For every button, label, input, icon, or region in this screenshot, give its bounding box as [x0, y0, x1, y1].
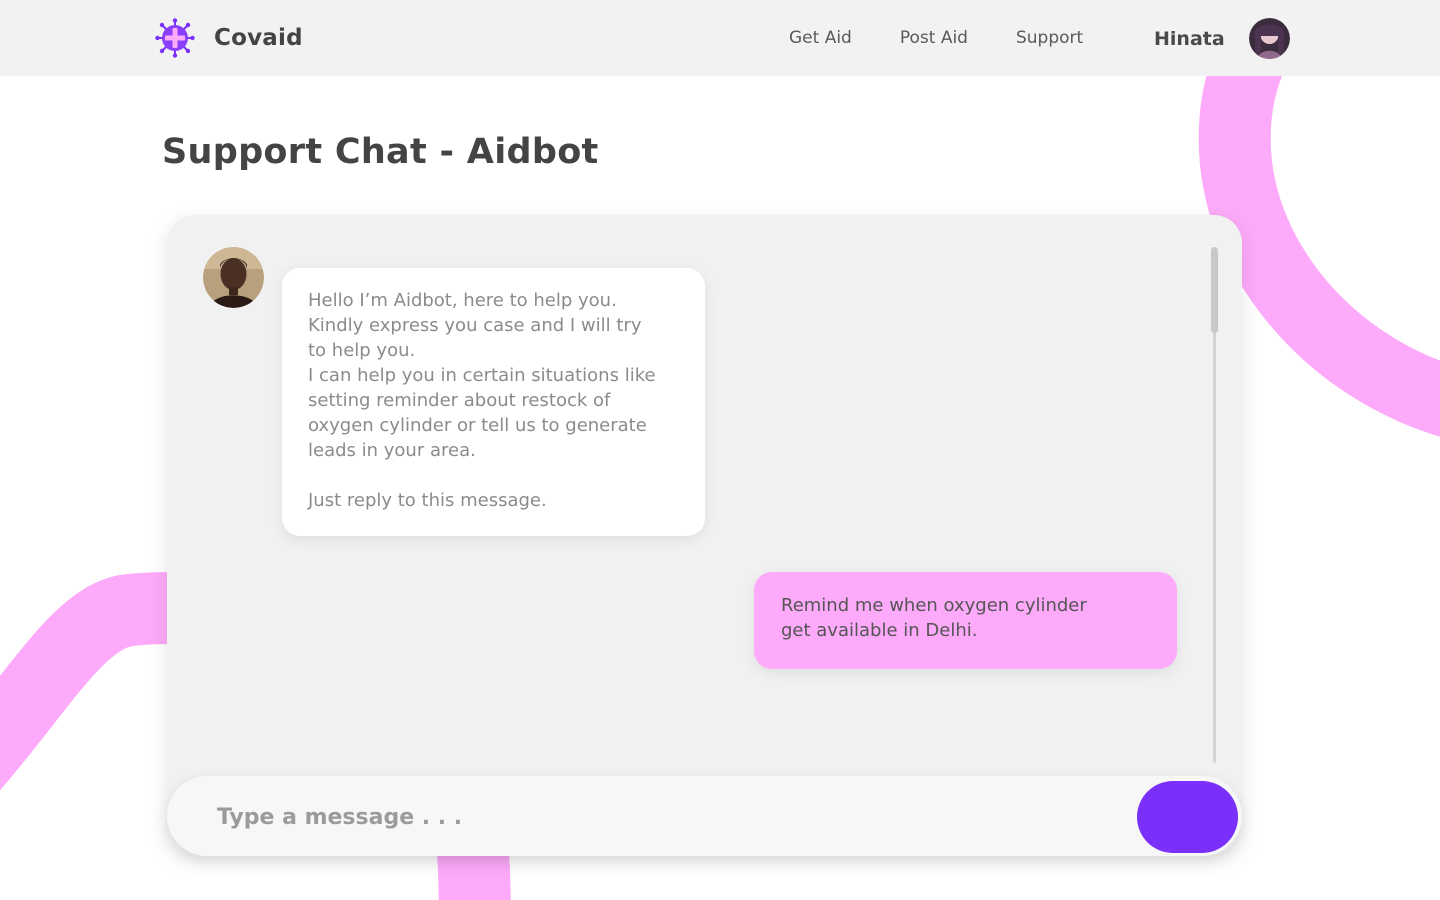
- brand[interactable]: Covaid: [155, 18, 303, 58]
- virus-logo-icon: [155, 18, 195, 58]
- nav-get-aid[interactable]: Get Aid: [789, 28, 852, 48]
- message-line: oxygen cylinder or tell us to generate: [308, 415, 647, 436]
- user-name: Hinata: [1154, 27, 1225, 50]
- message-line: setting reminder about restock of: [308, 390, 611, 411]
- brand-name: Covaid: [214, 25, 303, 51]
- message-input[interactable]: [215, 796, 1099, 838]
- chat-scrollbar-thumb[interactable]: [1211, 247, 1218, 333]
- message-line: Kindly express you case and I will try: [308, 315, 642, 336]
- nav-post-aid[interactable]: Post Aid: [900, 28, 968, 48]
- nav-support[interactable]: Support: [1016, 28, 1083, 48]
- message-line: to help you.: [308, 340, 416, 361]
- message-composer: [167, 776, 1242, 856]
- message-line: Remind me when oxygen cylinder: [781, 595, 1087, 616]
- message-line: Hello I’m Aidbot, here to help you.: [308, 290, 617, 311]
- bot-message-bubble: Hello I’m Aidbot, here to help you. Kind…: [282, 268, 705, 536]
- message-line: Just reply to this message.: [308, 490, 547, 511]
- send-button[interactable]: [1137, 781, 1238, 853]
- user-avatar[interactable]: [1248, 18, 1290, 59]
- page-title: Support Chat - Aidbot: [162, 132, 599, 172]
- top-navigation-bar: Covaid Get Aid Post Aid Support Hinata: [0, 0, 1440, 76]
- aidbot-avatar: [203, 247, 264, 308]
- user-message-bubble: Remind me when oxygen cylinder get avail…: [754, 572, 1177, 669]
- message-line: get available in Delhi.: [781, 620, 978, 641]
- message-line: leads in your area.: [308, 440, 476, 461]
- main-navigation: Get Aid Post Aid Support: [789, 28, 1131, 48]
- user-menu[interactable]: Hinata: [1154, 18, 1290, 59]
- chat-window: Hello I’m Aidbot, here to help you. Kind…: [167, 215, 1242, 855]
- message-line: I can help you in certain situations lik…: [308, 365, 656, 386]
